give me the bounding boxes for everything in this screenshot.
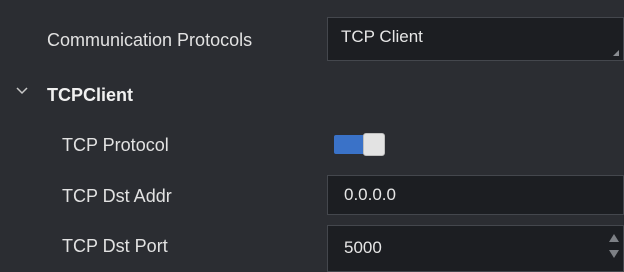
tcp-dst-port-value: 5000 (344, 238, 382, 257)
tcp-dst-addr-label: TCP Dst Addr (62, 186, 172, 206)
toggle-knob (363, 133, 385, 156)
section-title: TCPClient (47, 85, 134, 105)
tcp-dst-addr-input[interactable]: 0.0.0.0 (327, 175, 624, 215)
tcp-dst-port-input[interactable]: 5000 (327, 225, 624, 272)
tcp-protocol-toggle[interactable] (334, 133, 386, 157)
tcp-protocol-label: TCP Protocol (62, 135, 169, 155)
tcp-dst-addr-value: 0.0.0.0 (344, 185, 396, 204)
spin-down-icon[interactable] (609, 250, 619, 258)
spin-up-icon[interactable] (609, 234, 619, 242)
communication-protocols-value: TCP Client (341, 27, 423, 46)
communication-protocols-select[interactable]: TCP Client (327, 17, 624, 61)
tcp-dst-port-label: TCP Dst Port (62, 236, 168, 256)
resize-grip-icon (613, 50, 619, 56)
communication-protocols-label: Communication Protocols (47, 30, 253, 50)
tcp-client-settings-panel: Communication Protocols TCP Client TCPCl… (0, 0, 624, 272)
port-spinner[interactable] (608, 232, 620, 262)
chevron-down-icon[interactable] (16, 84, 28, 96)
